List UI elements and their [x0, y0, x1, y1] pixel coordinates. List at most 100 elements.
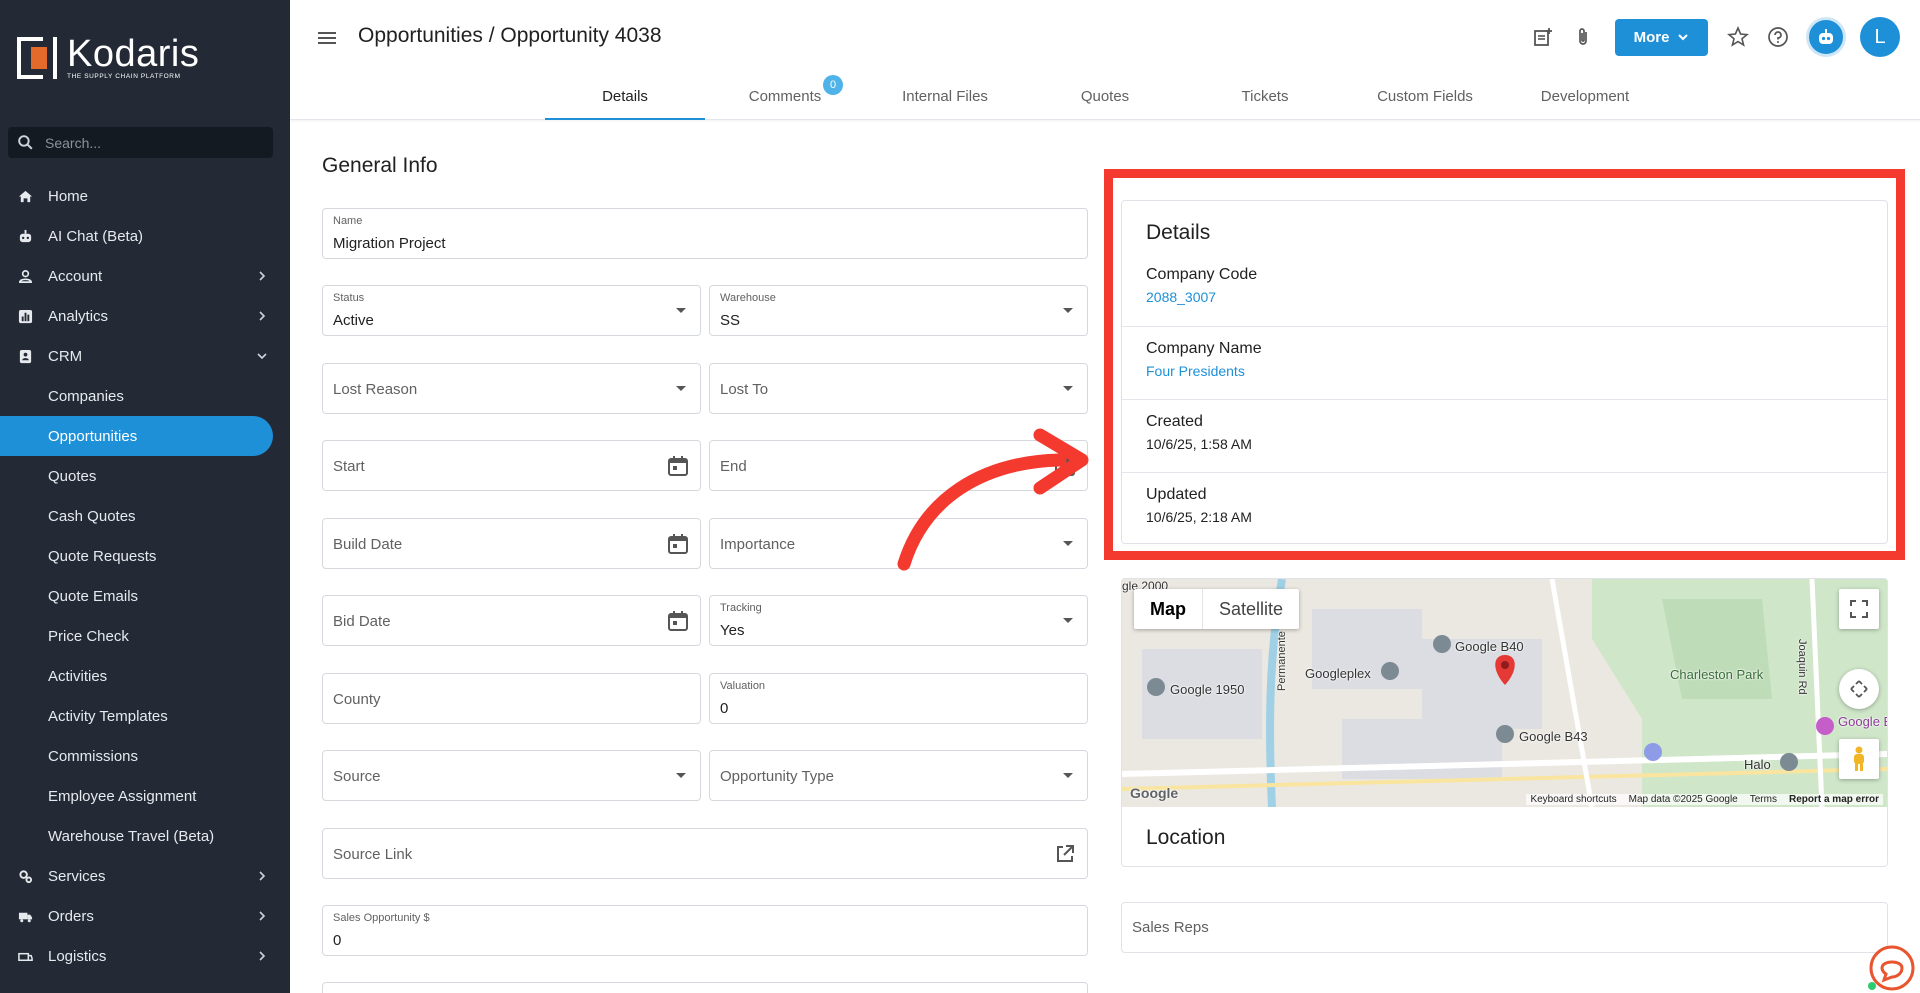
- sidebar-item-activity-templates[interactable]: Activity Templates: [0, 696, 290, 736]
- tab-development[interactable]: Development: [1505, 70, 1665, 120]
- terms-link[interactable]: Terms: [1750, 794, 1777, 805]
- sidebar-item-label: CRM: [48, 347, 83, 365]
- source-select[interactable]: Source: [322, 750, 701, 801]
- sidebar-item-orders[interactable]: Orders: [0, 896, 290, 936]
- sidebar-item-label: Analytics: [48, 307, 109, 325]
- sidebar-item-label: Home: [48, 187, 89, 205]
- note-add-icon[interactable]: [1531, 25, 1555, 49]
- end-placeholder: End: [720, 458, 747, 475]
- start-date-field[interactable]: Start: [322, 440, 701, 491]
- sidebar-item-employee-assignment[interactable]: Employee Assignment: [0, 776, 290, 816]
- sidebar-item-quote-emails[interactable]: Quote Emails: [0, 576, 290, 616]
- sidebar-item-home[interactable]: Home: [0, 176, 290, 216]
- star-icon[interactable]: [1726, 25, 1750, 49]
- build-date-field[interactable]: Build Date: [322, 518, 701, 569]
- analytics-icon: [16, 307, 34, 325]
- ai-assistant-button[interactable]: [1806, 17, 1846, 57]
- sidebar-item-activities[interactable]: Activities: [0, 656, 290, 696]
- sidebar-search[interactable]: [8, 127, 273, 158]
- keyboard-shortcuts-link[interactable]: Keyboard shortcuts: [1530, 794, 1616, 805]
- bid-date-field[interactable]: Bid Date: [322, 595, 701, 646]
- county-field[interactable]: County: [322, 673, 701, 724]
- satellite-tab[interactable]: Satellite: [1203, 589, 1299, 629]
- location-title: Location: [1146, 826, 1226, 849]
- avatar[interactable]: L: [1860, 17, 1900, 57]
- poi-label: Google B40: [1455, 639, 1524, 654]
- calendar-icon[interactable]: [666, 532, 690, 556]
- tab-internal-files[interactable]: Internal Files: [865, 70, 1025, 120]
- sidebar-item-price-check[interactable]: Price Check: [0, 616, 290, 656]
- sidebar-item-quote-requests[interactable]: Quote Requests: [0, 536, 290, 576]
- sidebar-item-commissions[interactable]: Commissions: [0, 736, 290, 776]
- sales-reps-field[interactable]: Sales Reps: [1121, 902, 1888, 953]
- map-view[interactable]: Google B40 Googleplex Google 1950 Google…: [1122, 579, 1887, 807]
- more-button[interactable]: More: [1615, 18, 1708, 56]
- map-footer: Keyboard shortcuts Map data ©2025 Google…: [1526, 794, 1883, 805]
- open-in-new-icon[interactable]: [1053, 842, 1077, 866]
- sidebar-item-warehouse-travel[interactable]: Warehouse Travel (Beta): [0, 816, 290, 856]
- fullscreen-button[interactable]: [1839, 589, 1879, 629]
- sidebar-item-ai-chat[interactable]: AI Chat (Beta): [0, 216, 290, 256]
- tab-tickets[interactable]: Tickets: [1185, 70, 1345, 120]
- dropdown-arrow-icon: [676, 308, 686, 313]
- map-tab[interactable]: Map: [1134, 589, 1203, 629]
- tab-comments[interactable]: Comments 0: [705, 70, 865, 120]
- location-card: Google B40 Googleplex Google 1950 Google…: [1121, 578, 1888, 867]
- street-view-button[interactable]: [1839, 739, 1879, 779]
- name-field[interactable]: Name Migration Project: [322, 208, 1088, 259]
- lost-to-select[interactable]: Lost To: [709, 363, 1088, 414]
- tab-quotes[interactable]: Quotes: [1025, 70, 1185, 120]
- status-select[interactable]: Status Active: [322, 285, 701, 336]
- search-icon: [18, 135, 33, 150]
- sales-opportunity-field[interactable]: Sales Opportunity $ 0: [322, 905, 1088, 956]
- sidebar-item-label: AI Chat (Beta): [48, 227, 144, 245]
- poi-label: Google Experie: [1838, 714, 1887, 729]
- start-placeholder: Start: [333, 458, 365, 475]
- warehouse-select[interactable]: Warehouse SS: [709, 285, 1088, 336]
- valuation-label: Valuation: [720, 680, 766, 692]
- tracking-select[interactable]: Tracking Yes: [709, 595, 1088, 646]
- calendar-icon[interactable]: [666, 609, 690, 633]
- attachment-icon[interactable]: [1571, 25, 1595, 49]
- help-icon[interactable]: [1766, 25, 1790, 49]
- sidebar-item-opportunities[interactable]: Opportunities: [0, 416, 273, 456]
- sidebar-item-services[interactable]: Services: [0, 856, 290, 896]
- tab-bar: Details Comments 0 Internal Files Quotes…: [545, 70, 1665, 120]
- chevron-down-icon: [1678, 34, 1689, 41]
- poi-label: Joaquin Rd: [1796, 639, 1808, 695]
- sidebar-item-crm[interactable]: CRM: [0, 336, 290, 376]
- sidebar-item-analytics[interactable]: Analytics: [0, 296, 290, 336]
- tab-details[interactable]: Details: [545, 70, 705, 120]
- move-icon: [1850, 680, 1868, 698]
- sidebar-item-logistics[interactable]: Logistics: [0, 936, 290, 976]
- sidebar-item-cash-quotes[interactable]: Cash Quotes: [0, 496, 290, 536]
- chevron-right-icon: [259, 911, 266, 921]
- poi-label: Googleplex: [1305, 666, 1371, 681]
- dropdown-arrow-icon: [676, 773, 686, 778]
- source-link-field[interactable]: Source Link: [322, 828, 1088, 879]
- next-field[interactable]: [322, 982, 1088, 993]
- comments-count-badge: 0: [823, 75, 843, 95]
- poi-label: Google B43: [1519, 729, 1588, 744]
- opportunity-type-placeholder: Opportunity Type: [720, 768, 834, 785]
- sidebar-nav: Home AI Chat (Beta) Account Analytics CR…: [0, 176, 290, 976]
- menu-icon[interactable]: [316, 27, 338, 49]
- sidebar-item-account[interactable]: Account: [0, 256, 290, 296]
- logo-mark-icon: [17, 37, 61, 79]
- calendar-icon[interactable]: [666, 454, 690, 478]
- kodaris-logo[interactable]: Kodaris THE SUPPLY CHAIN PLATFORM: [17, 35, 199, 80]
- lost-reason-select[interactable]: Lost Reason: [322, 363, 701, 414]
- camera-control-button[interactable]: [1839, 669, 1879, 709]
- sidebar-item-label: Account: [48, 267, 103, 285]
- report-error-link[interactable]: Report a map error: [1789, 794, 1879, 805]
- status-label: Status: [333, 292, 365, 304]
- sidebar-item-quotes[interactable]: Quotes: [0, 456, 290, 496]
- chat-support-icon[interactable]: [1868, 944, 1916, 992]
- tracking-value: Yes: [720, 622, 745, 639]
- sidebar-item-companies[interactable]: Companies: [0, 376, 290, 416]
- build-date-placeholder: Build Date: [333, 536, 403, 553]
- opportunity-type-select[interactable]: Opportunity Type: [709, 750, 1088, 801]
- valuation-field[interactable]: Valuation 0: [709, 673, 1088, 724]
- search-input[interactable]: [45, 134, 245, 151]
- tab-custom-fields[interactable]: Custom Fields: [1345, 70, 1505, 120]
